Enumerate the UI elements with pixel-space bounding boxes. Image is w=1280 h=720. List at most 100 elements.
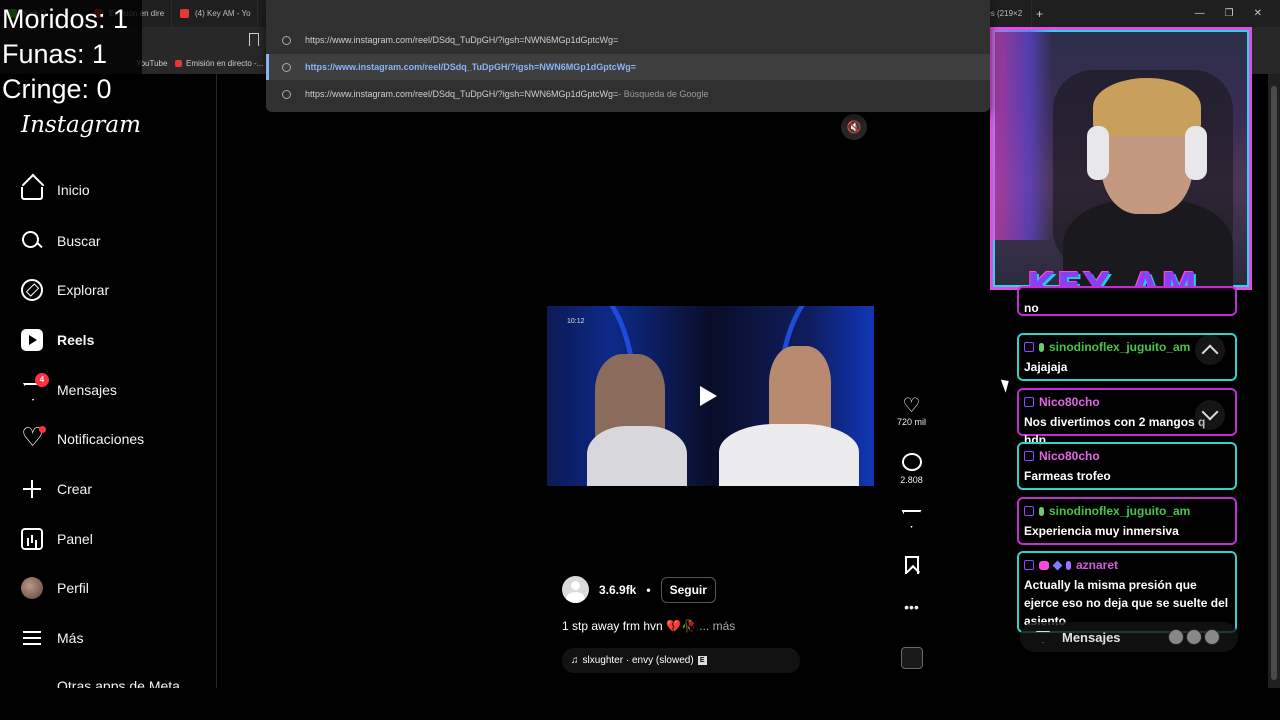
reel-author: 3.6.9fk • Seguir [562,576,716,603]
nav-perfil[interactable]: Perfil [21,577,89,599]
more-dots-icon: ••• [904,599,919,615]
caption-more-link[interactable]: ... más [699,619,735,633]
home-icon [21,187,43,200]
video-timestamp: 10:12 [567,318,585,325]
nav-label: Más [57,630,84,646]
close-window-icon[interactable]: ✕ [1254,8,1262,19]
chevron-up-icon[interactable] [1195,335,1225,365]
nav-label: Mensajes [57,382,117,398]
new-tab-button[interactable]: + [1036,7,1043,21]
nav-label: Buscar [57,233,101,249]
share-icon [901,510,922,528]
address-input[interactable]: https://www.instagram.com/reel/DSdq_TuDp… [266,27,990,53]
nav-mas[interactable]: Más [21,627,83,649]
nav-label: Explorar [57,282,110,298]
mic-badge-icon [1039,342,1044,352]
more-options-button[interactable]: ••• [893,599,930,615]
share-button[interactable] [893,510,930,528]
twitch-icon [1024,342,1034,352]
suggestion-row[interactable]: https://www.instagram.com/reel/DSdq_TuDp… [266,54,990,80]
address-bar-dropdown: https://www.instagram.com/reel/DSdq_TuDp… [266,0,990,112]
mic-badge-icon [1039,506,1044,516]
author-name[interactable]: 3.6.9fk [599,583,636,597]
panel-icon [21,528,43,550]
suggestion-url: https://www.instagram.com/reel/DSdq_TuDp… [305,62,637,72]
chat-message: aznaret Actually la misma presión que ej… [1017,551,1237,633]
instagram-logo[interactable]: Instagram [21,112,141,138]
audio-thumbnail-button[interactable] [893,647,930,669]
gem-badge-icon [1052,560,1063,570]
save-button[interactable] [893,556,930,574]
nav-crear[interactable]: Crear [21,478,92,500]
like-button[interactable]: ♡ 720 mil [893,395,930,427]
bookmark-star-icon[interactable] [249,33,259,46]
page-scrollbar[interactable] [1268,74,1280,688]
audio-thumbnail [900,647,923,669]
nav-inicio[interactable]: Inicio [21,180,90,200]
bookmark-emision[interactable]: Emisión en directo -... [175,59,263,68]
nav-explorar[interactable]: Explorar [21,279,109,301]
headphone-left [1087,126,1109,180]
chat-user-line: sinodinoflex_juguito_am [1024,504,1230,518]
chat-username: sinodinoflex_juguito_am [1049,340,1191,354]
notification-dot [39,426,46,433]
nav-panel[interactable]: Panel [21,528,93,550]
chat-username: sinodinoflex_juguito_am [1049,504,1191,518]
comment-button[interactable]: 2.808 [893,453,930,485]
nav-otras-apps[interactable]: Otras apps de Meta [21,678,180,688]
reel-caption: 1 stp away frm hvn 💔🥀 ... más [562,619,735,633]
mic-badge-icon [1066,560,1071,570]
chevron-down-icon[interactable] [1195,400,1225,430]
globe-icon [282,62,291,72]
cringe-counter: Cringe: 0 [2,74,112,104]
separator-dot: • [646,582,651,597]
heart-badge-icon [1039,560,1049,570]
rider-left-shirt [587,426,687,486]
plus-icon [21,478,43,500]
like-count: 720 mil [896,417,926,427]
nav-label: Otras apps de Meta [57,678,180,688]
streamer-hair [1093,78,1201,136]
twitch-icon [1024,397,1034,407]
chat-message: no [1017,286,1237,316]
nav-label: Reels [57,332,95,348]
suggestion-row[interactable]: https://www.instagram.com/reel/DSdq_TuDp… [266,81,990,107]
maximize-icon[interactable]: ❐ [1225,8,1234,19]
nav-mensajes[interactable]: 4 Mensajes [21,373,117,401]
chat-text: Experiencia muy inmersiva [1024,524,1179,538]
nav-notificaciones[interactable]: Notificaciones [21,422,144,453]
chat-message: sinodinoflex_juguito_am Experiencia muy … [1017,497,1237,545]
mute-button[interactable]: 🔇 [841,114,867,140]
unread-badge: 4 [35,373,49,387]
follow-button[interactable]: Seguir [660,576,716,603]
messages-drawer[interactable]: Mensajes [1020,622,1238,652]
mouse-cursor [1000,377,1013,393]
music-note-icon: ♫ [571,655,579,666]
chat-message: Nico80cho Farmeas trofeo [1017,442,1237,490]
comment-count: 2.808 [900,475,923,485]
minimize-icon[interactable]: — [1195,8,1205,19]
nav-reels[interactable]: Reels [21,329,94,351]
play-icon[interactable] [700,386,717,406]
author-avatar[interactable] [562,576,589,603]
reel-audio[interactable]: ♫ slxughter · envy (slowed) E [562,648,800,673]
browser-tab[interactable]: (4) Key AM - Yo [172,0,258,27]
heart-icon: ♡ [902,395,921,417]
heart-icon [21,422,46,453]
compass-icon [21,279,43,301]
scrollbar-thumb[interactable] [1271,86,1277,680]
bookmark-label: Emisión en directo -... [186,59,264,68]
caption-text: 1 stp away frm hvn 💔🥀 [562,619,696,633]
youtube-icon [175,60,182,67]
audio-label: slxughter · envy (slowed) [582,655,694,666]
chat-text: no [1024,301,1039,315]
chat-user-line: Nico80cho [1024,449,1230,463]
meta-icon [21,678,43,688]
nav-buscar[interactable]: Buscar [21,230,101,252]
chat-username: Nico80cho [1039,449,1100,463]
search-icon [21,230,43,252]
search-icon [282,89,291,99]
nav-label: Perfil [57,580,89,596]
stream-counter: Moridos: 1 Funas: 1 Cringe: 0 [0,0,142,104]
streamer-webcam: KEY_AM [990,27,1252,290]
